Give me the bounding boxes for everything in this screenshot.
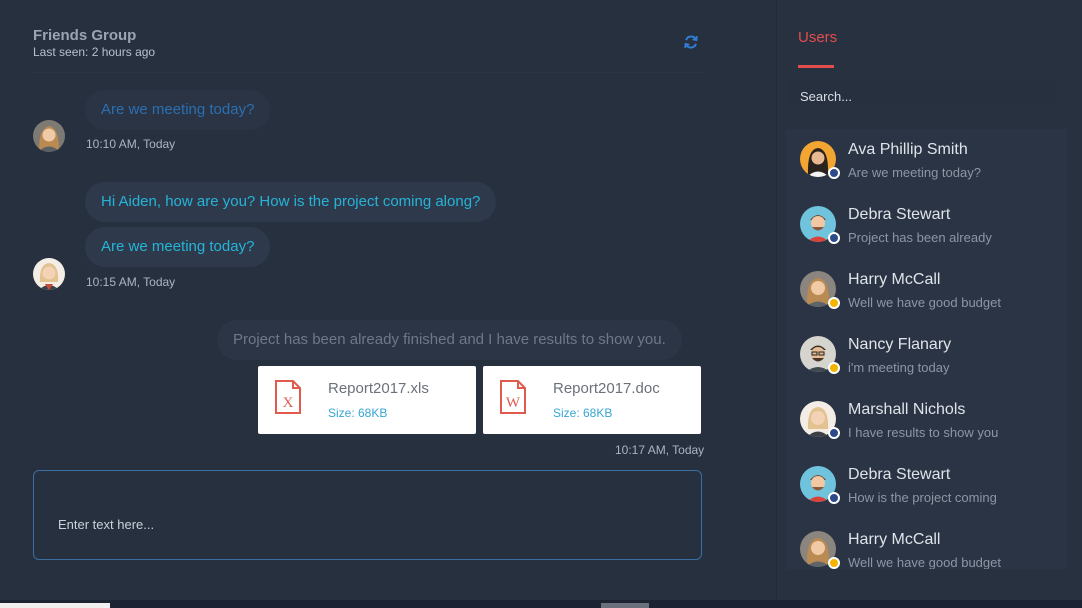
taskbar-segment [0, 603, 110, 608]
message-bubble: Project has been already finished and I … [217, 320, 682, 360]
message-bubble: Hi Aiden, how are you? How is the projec… [85, 182, 497, 222]
list-item[interactable]: Marshall Nichols I have results to show … [786, 389, 1067, 454]
tab-underline [798, 65, 834, 68]
message-time: 10:17 AM, Today [615, 443, 705, 457]
message-time: 10:15 AM, Today [86, 275, 176, 289]
user-name: Debra Stewart [848, 466, 951, 483]
excel-file-letter: X [283, 395, 294, 411]
status-online-dot [828, 492, 840, 504]
message-time: 10:10 AM, Today [86, 137, 176, 151]
user-name: Nancy Flanary [848, 336, 952, 353]
user-name: Harry McCall [848, 271, 941, 288]
user-name: Marshall Nichols [848, 401, 966, 418]
message-bubble: Are we meeting today? [85, 90, 271, 130]
message-input[interactable] [56, 513, 660, 535]
user-search[interactable] [790, 78, 1063, 110]
word-file-icon: W [500, 380, 526, 414]
user-last-message: Are we meeting today? [848, 165, 981, 180]
file-attachment[interactable]: X Report2017.xls Size: 68KB [258, 366, 476, 434]
user-name: Debra Stewart [848, 206, 951, 223]
status-away-dot [828, 557, 840, 569]
message-composer[interactable] [33, 470, 702, 560]
search-input[interactable] [798, 86, 1057, 106]
list-item[interactable]: Harry McCall Well we have good budget [786, 259, 1067, 324]
user-last-message: Project has been already [848, 230, 992, 245]
refresh-icon[interactable] [682, 33, 700, 51]
status-away-dot [828, 362, 840, 374]
user-last-message: How is the project coming [848, 490, 997, 505]
user-last-message: i'm meeting today [848, 360, 950, 375]
chat-panel: Friends Group Last seen: 2 hours ago Are… [0, 0, 776, 600]
file-attachment[interactable]: W Report2017.doc Size: 68KB [483, 366, 701, 434]
status-online-dot [828, 167, 840, 179]
list-item[interactable]: Debra Stewart How is the project coming [786, 454, 1067, 519]
file-name: Report2017.xls [328, 380, 429, 397]
list-item[interactable]: Harry McCall Well we have good budget [786, 519, 1067, 569]
avatar [33, 120, 65, 152]
list-item[interactable]: Ava Phillip Smith Are we meeting today? [786, 129, 1067, 194]
user-name: Ava Phillip Smith [848, 141, 968, 158]
message-bubble: Are we meeting today? [85, 227, 271, 267]
list-item[interactable]: Debra Stewart Project has been already [786, 194, 1067, 259]
user-last-message: Well we have good budget [848, 555, 1001, 569]
excel-file-icon: X [275, 380, 301, 414]
list-item[interactable]: Nancy Flanary i'm meeting today [786, 324, 1067, 389]
bottom-scrollbar[interactable] [0, 600, 1082, 608]
status-online-dot [828, 427, 840, 439]
user-last-message: Well we have good budget [848, 295, 1001, 310]
avatar [33, 258, 65, 290]
users-sidebar: Users Ava Phillip Smith Are we meeting t… [776, 0, 1082, 600]
chat-header: Friends Group Last seen: 2 hours ago [33, 27, 155, 60]
last-seen: Last seen: 2 hours ago [33, 45, 156, 59]
chat-title: Friends Group [33, 27, 137, 44]
scrollbar-thumb[interactable] [601, 603, 649, 608]
file-size: Size: 68KB [328, 406, 388, 420]
file-name: Report2017.doc [553, 380, 660, 397]
user-name: Harry McCall [848, 531, 941, 548]
user-last-message: I have results to show you [848, 425, 999, 440]
status-away-dot [828, 297, 840, 309]
status-online-dot [828, 232, 840, 244]
file-size: Size: 68KB [553, 406, 613, 420]
word-file-letter: W [506, 395, 521, 411]
header-divider [33, 72, 702, 73]
tab-users[interactable]: Users [798, 29, 837, 46]
user-list: Ava Phillip Smith Are we meeting today? … [786, 129, 1067, 569]
